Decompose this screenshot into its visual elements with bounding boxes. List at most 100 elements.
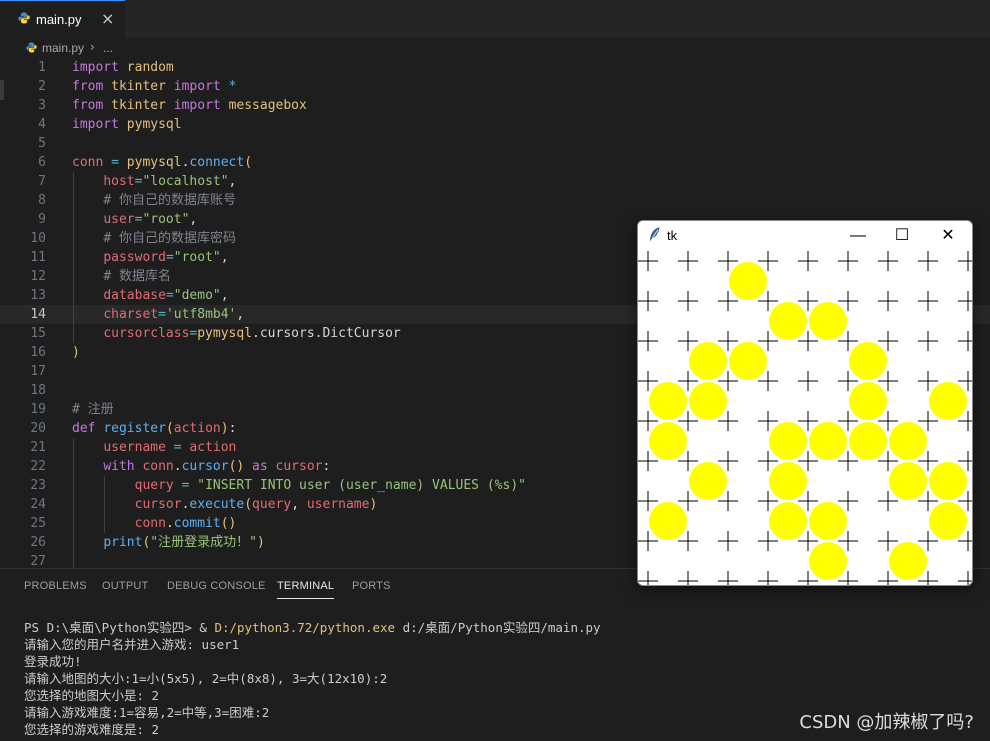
yellow-circle[interactable] [689, 382, 727, 420]
line-number: 27 [30, 554, 46, 568]
minimize-button[interactable]: — [838, 225, 878, 247]
line-number: 12 [30, 269, 46, 284]
line-number: 11 [30, 250, 46, 265]
yellow-circle[interactable] [729, 262, 767, 300]
terminal-line: 请输入地图的大小:1=小(5x5), 2=中(8x8), 3=大(12x10):… [24, 671, 388, 686]
code-line[interactable]: 3 from tkinter import messagebox [0, 96, 990, 115]
code-text: password="root", [103, 250, 229, 265]
breadcrumb: main.py › ... [0, 38, 990, 60]
tab-terminal[interactable]: TERMINAL [277, 580, 335, 599]
watermark: CSDN @加辣椒了吗? [799, 712, 974, 733]
tab-close-icon[interactable]: × [101, 9, 114, 29]
yellow-circle[interactable] [769, 422, 807, 460]
tab-output[interactable]: OUTPUT [102, 580, 148, 592]
yellow-circle[interactable] [729, 342, 767, 380]
yellow-circle[interactable] [929, 462, 967, 500]
line-number: 13 [30, 288, 46, 303]
breadcrumb-more[interactable]: ... [103, 41, 113, 55]
line-number: 19 [30, 402, 46, 417]
line-number: 24 [30, 497, 46, 512]
code-text: cursor.execute(query, username) [134, 497, 378, 512]
code-line[interactable]: 5 [0, 134, 990, 153]
line-number: 15 [30, 326, 46, 341]
terminal-exe-path: D:/python3.72/python.exe [214, 620, 396, 635]
yellow-circle[interactable] [769, 302, 807, 340]
line-number: 16 [30, 345, 46, 360]
line-number: 4 [38, 117, 46, 132]
code-line[interactable]: 7 host="localhost", [0, 172, 990, 191]
close-button[interactable]: ✕ [928, 225, 968, 247]
line-number: 22 [30, 459, 46, 474]
code-text: def register(action): [72, 421, 237, 436]
line-number: 20 [30, 421, 46, 436]
yellow-circle[interactable] [929, 502, 967, 540]
code-text: database="demo", [103, 288, 229, 303]
yellow-circle[interactable] [809, 542, 847, 580]
terminal-line: 您选择的地图大小是: 2 [24, 688, 160, 703]
code-text: conn = pymysql.connect( [72, 155, 253, 170]
yellow-circle[interactable] [649, 382, 687, 420]
code-text: import random [72, 60, 174, 75]
tab-problems[interactable]: PROBLEMS [24, 580, 87, 592]
yellow-circle[interactable] [769, 462, 807, 500]
yellow-circle[interactable] [849, 382, 887, 420]
yellow-circle[interactable] [889, 462, 927, 500]
code-line[interactable]: 8 # 你自己的数据库账号 [0, 191, 990, 210]
code-line[interactable]: 4 import pymysql [0, 115, 990, 134]
code-line[interactable]: 6 conn = pymysql.connect( [0, 153, 990, 172]
breadcrumb-file[interactable]: main.py [42, 41, 84, 55]
tab-debug-console[interactable]: DEBUG CONSOLE [167, 580, 266, 592]
breadcrumb-chevron-icon: › [90, 40, 95, 54]
game-board[interactable] [638, 251, 972, 585]
line-number: 9 [38, 212, 46, 227]
code-text: from tkinter import messagebox [72, 98, 307, 113]
yellow-circle[interactable] [649, 502, 687, 540]
yellow-circle[interactable] [849, 422, 887, 460]
line-number: 2 [38, 79, 46, 94]
terminal-script-arg: d:/桌面/Python实验四/main.py [395, 620, 601, 635]
line-number: 21 [30, 440, 46, 455]
code-text: # 你自己的数据库密码 [103, 231, 236, 246]
indent-guide [73, 172, 74, 343]
tk-title: tk [667, 228, 678, 243]
line-number: 8 [38, 193, 46, 208]
maximize-button[interactable]: ☐ [882, 225, 922, 247]
tab-ports[interactable]: PORTS [352, 580, 391, 592]
indent-guide [104, 476, 105, 533]
yellow-circle[interactable] [849, 342, 887, 380]
yellow-circle[interactable] [689, 342, 727, 380]
terminal-output[interactable]: PS D:\桌面\Python实验四> & D:/python3.72/pyth… [24, 619, 601, 738]
line-number: 1 [38, 60, 46, 75]
yellow-circle[interactable] [809, 302, 847, 340]
yellow-circle[interactable] [809, 422, 847, 460]
yellow-circle[interactable] [809, 502, 847, 540]
yellow-circle[interactable] [769, 502, 807, 540]
code-text: # 你自己的数据库账号 [103, 193, 236, 208]
tab-label: main.py [36, 12, 82, 27]
code-text: import pymysql [72, 117, 182, 132]
code-text: host="localhost", [103, 174, 237, 189]
line-number: 7 [38, 174, 46, 189]
terminal-prompt: PS D:\桌面\Python实验四> & [24, 620, 215, 635]
line-number: 26 [30, 535, 46, 550]
yellow-circle[interactable] [889, 422, 927, 460]
code-text: # 数据库名 [103, 269, 171, 284]
yellow-circle[interactable] [649, 422, 687, 460]
yellow-circle[interactable] [689, 462, 727, 500]
terminal-line: 登录成功! [24, 654, 82, 669]
line-number: 18 [30, 383, 46, 398]
code-line[interactable]: 1 import random [0, 58, 990, 77]
code-text: from tkinter import * [72, 79, 237, 94]
code-line[interactable]: 2 from tkinter import * [0, 77, 990, 96]
tk-window[interactable]: tk — ☐ ✕ [637, 220, 973, 586]
code-text: query = "INSERT INTO user (user_name) VA… [134, 478, 526, 493]
terminal-line: 请输入您的用户名并进入游戏: user1 [24, 637, 240, 652]
yellow-circle[interactable] [889, 542, 927, 580]
terminal-line: 请输入游戏难度:1=容易,2=中等,3=困难:2 [24, 705, 270, 720]
tab-main-py[interactable]: main.py × [0, 0, 125, 38]
yellow-circle[interactable] [929, 382, 967, 420]
code-text: cursorclass=pymysql.cursors.DictCursor [103, 326, 401, 341]
line-number: 3 [38, 98, 46, 113]
indent-guide [73, 438, 74, 568]
tk-titlebar[interactable]: tk — ☐ ✕ [638, 221, 972, 251]
